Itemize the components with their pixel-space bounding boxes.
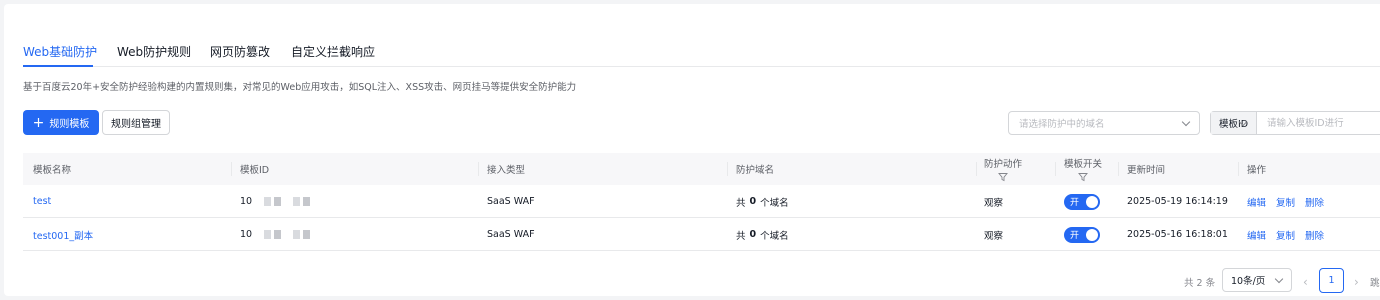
toggle-knob [1086, 195, 1098, 208]
protection-action: 观察 [984, 197, 1004, 209]
masked-digit [293, 197, 301, 206]
masked-digit [274, 197, 282, 206]
domains-count: 0 [749, 196, 757, 207]
domain-select-placeholder: 请选择防护中的域名 [1019, 119, 1105, 130]
row-operations: 编辑 复制 删除 [1247, 218, 1324, 251]
rule-group-manage-button[interactable]: 规则组管理 [102, 110, 170, 135]
header-access-type: 接入类型 [487, 165, 526, 176]
masked-digit [264, 230, 272, 239]
access-type: SaaS WAF [487, 196, 535, 207]
template-field-select[interactable]: 模板ID [1211, 112, 1257, 134]
chevron-down-icon [1181, 117, 1191, 127]
header-template-switch-label: 模板开关 [1064, 159, 1103, 170]
prev-page-icon[interactable]: ‹ [1303, 275, 1308, 289]
masked-digit [274, 230, 282, 239]
header-divider [231, 162, 232, 176]
template-search-input[interactable] [1257, 112, 1380, 134]
header-protection-action-label: 防护动作 [984, 159, 1023, 170]
table-row: test001_副本 10 SaaS WAF 共 0 个域名 观察 开 2025… [23, 218, 1380, 251]
page-description: 基于百度云20年+安全防护经验构建的内置规则集，对常见的Web应用攻击，如SQL… [23, 82, 577, 93]
tab-custom-block-response[interactable]: 自定义拦截响应 [291, 43, 375, 60]
template-id: 10 [240, 218, 311, 251]
template-switch-cell: 开 [1064, 185, 1100, 218]
next-page-icon[interactable]: › [1354, 275, 1359, 289]
active-tab-indicator [23, 65, 93, 67]
domain-select[interactable]: 请选择防护中的域名 [1008, 111, 1200, 135]
header-template-name: 模板名称 [33, 165, 72, 176]
template-name-link[interactable]: test001_副本 [33, 218, 93, 251]
page-size-value: 10条/页 [1231, 276, 1266, 287]
delete-link[interactable]: 删除 [1305, 195, 1324, 209]
pagination-total: 共 2 条 [1184, 278, 1216, 289]
template-name-link[interactable]: test [33, 185, 51, 218]
header-updated-time: 更新时间 [1127, 165, 1166, 176]
page-jump-label: 跳 [1370, 278, 1380, 289]
header-protection-action: 防护动作 [984, 153, 1022, 185]
updated-time: 2025-05-19 16:14:19 [1127, 196, 1228, 207]
tab-bar: Web基础防护 Web防护规则 网页防篡改 自定义拦截响应 [23, 36, 1380, 67]
domains-suffix: 个域名 [760, 197, 789, 209]
domains-prefix: 共 [736, 230, 746, 242]
access-type: SaaS WAF [487, 229, 535, 240]
header-protected-domains: 防护域名 [736, 165, 775, 176]
delete-link[interactable]: 删除 [1305, 228, 1324, 242]
row-operations: 编辑 复制 删除 [1247, 185, 1324, 218]
tab-anti-tamper[interactable]: 网页防篡改 [210, 43, 270, 60]
tab-web-protection-rules[interactable]: Web防护规则 [117, 43, 191, 60]
rule-template-button-label: 规则模板 [49, 119, 90, 130]
header-divider [727, 162, 728, 176]
page-size-select[interactable]: 10条/页 [1222, 268, 1292, 292]
header-divider [1055, 162, 1056, 176]
edit-link[interactable]: 编辑 [1247, 228, 1266, 242]
header-divider [976, 162, 977, 176]
masked-digit [303, 197, 311, 206]
header-template-switch: 模板开关 [1064, 153, 1102, 185]
table-header: 模板名称 模板ID 接入类型 防护域名 防护动作 模板开关 更新时间 操作 [23, 153, 1380, 185]
masked-digit [303, 230, 311, 239]
toggle-knob [1086, 228, 1098, 241]
masked-digit [293, 230, 301, 239]
header-divider [1238, 162, 1239, 176]
domains-suffix: 个域名 [760, 230, 789, 242]
page-number-current[interactable]: 1 [1319, 268, 1344, 293]
rule-template-button[interactable]: + 规则模板 [23, 110, 99, 135]
rule-template-panel: Web基础防护 Web防护规则 网页防篡改 自定义拦截响应 基于百度云20年+安… [4, 4, 1380, 296]
header-operations: 操作 [1247, 165, 1267, 176]
copy-link[interactable]: 复制 [1276, 228, 1295, 242]
template-switch-toggle[interactable]: 开 [1064, 193, 1100, 210]
template-id-prefix: 10 [240, 196, 253, 207]
plus-icon: + [32, 114, 45, 131]
header-template-id: 模板ID [240, 165, 270, 176]
template-search-group: 模板ID [1210, 111, 1380, 135]
copy-link[interactable]: 复制 [1276, 195, 1295, 209]
tab-web-basic-protection[interactable]: Web基础防护 [23, 43, 97, 60]
masked-digit [264, 197, 272, 206]
filter-icon[interactable] [998, 172, 1008, 182]
template-switch-toggle[interactable]: 开 [1064, 226, 1100, 243]
template-id-prefix: 10 [240, 229, 253, 240]
edit-link[interactable]: 编辑 [1247, 195, 1266, 209]
template-switch-cell: 开 [1064, 218, 1100, 251]
toggle-on-label: 开 [1070, 198, 1080, 208]
protected-domains: 共 0 个域名 [736, 185, 789, 218]
protected-domains: 共 0 个域名 [736, 218, 789, 251]
domains-count: 0 [749, 229, 757, 240]
header-divider [478, 162, 479, 176]
chevron-down-icon [1274, 274, 1284, 284]
toggle-on-label: 开 [1070, 231, 1080, 241]
table-row: test 10 SaaS WAF 共 0 个域名 观察 开 2025-05-19… [23, 185, 1380, 218]
updated-time: 2025-05-16 16:18:01 [1127, 229, 1228, 240]
template-id: 10 [240, 185, 311, 218]
header-divider [1118, 162, 1119, 176]
template-table: 模板名称 模板ID 接入类型 防护域名 防护动作 模板开关 更新时间 操作 te… [23, 153, 1380, 251]
domains-prefix: 共 [736, 197, 746, 209]
filter-icon[interactable] [1078, 172, 1088, 182]
protection-action: 观察 [984, 230, 1004, 242]
